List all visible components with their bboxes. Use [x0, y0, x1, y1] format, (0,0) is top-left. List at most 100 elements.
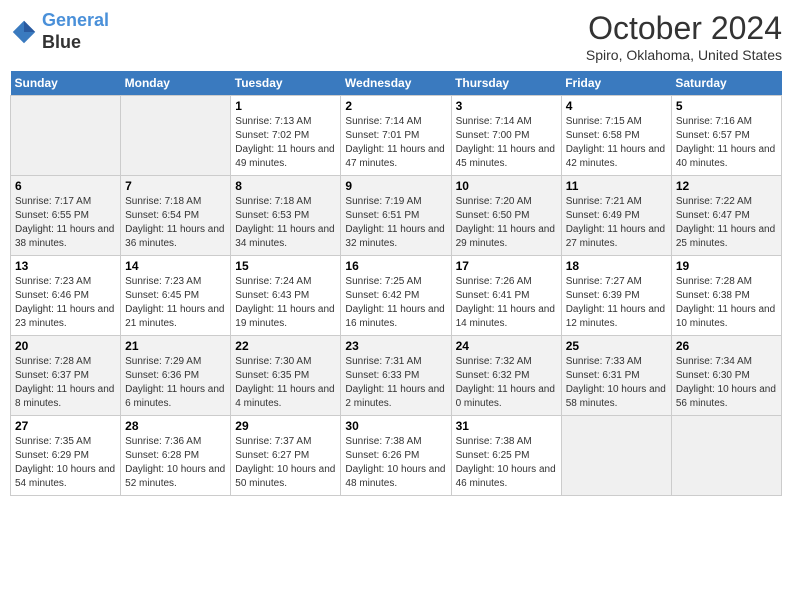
calendar-cell: 8 Sunrise: 7:18 AM Sunset: 6:53 PM Daylig… — [231, 176, 341, 256]
cell-info: Sunrise: 7:34 AM Sunset: 6:30 PM Dayligh… — [676, 355, 777, 411]
cell-info: Sunrise: 7:28 AM Sunset: 6:37 PM Dayligh… — [15, 355, 116, 411]
day-number: 10 — [456, 179, 557, 193]
location: Spiro, Oklahoma, United States — [586, 47, 782, 63]
day-number: 18 — [566, 259, 667, 273]
calendar-cell: 12Sunrise: 7:22 AM Sunset: 6:47 PM Dayli… — [671, 176, 781, 256]
day-number: 6 — [15, 179, 116, 193]
calendar-cell: 11 Sunrise: 7:21 AM Sunset: 6:49 PM Dayli… — [561, 176, 671, 256]
calendar-cell: 18 Sunrise: 7:27 AM Sunset: 6:39 PM Dayli… — [561, 256, 671, 336]
day-number: 11 — [566, 179, 667, 193]
logo-icon — [10, 18, 38, 46]
calendar-cell: 16Sunrise: 7:25 AM Sunset: 6:42 PM Dayli… — [341, 256, 451, 336]
cell-info: Sunrise: 7:29 AM Sunset: 6:36 PM Dayligh… — [125, 355, 226, 411]
calendar-cell: 25Sunrise: 7:33 AM Sunset: 6:31 PM Dayli… — [561, 336, 671, 416]
calendar-cell: 31Sunrise: 7:38 AM Sunset: 6:25 PM Dayli… — [451, 416, 561, 496]
logo-text: General Blue — [42, 10, 109, 53]
calendar-cell: 17Sunrise: 7:26 AM Sunset: 6:41 PM Dayli… — [451, 256, 561, 336]
day-number: 5 — [676, 99, 777, 113]
cell-info: Sunrise: 7:23 AM Sunset: 6:46 PM Dayligh… — [15, 275, 116, 331]
cell-info: Sunrise: 7:24 AM Sunset: 6:43 PM Dayligh… — [235, 275, 336, 331]
calendar-cell: 20 Sunrise: 7:28 AM Sunset: 6:37 PM Dayli… — [11, 336, 121, 416]
day-number: 13 — [15, 259, 116, 273]
day-number: 3 — [456, 99, 557, 113]
day-number: 4 — [566, 99, 667, 113]
calendar-week-row: 13 Sunrise: 7:23 AM Sunset: 6:46 PM Dayli… — [11, 256, 782, 336]
page-header: General Blue October 2024 Spiro, Oklahom… — [10, 10, 782, 63]
calendar-cell: 6 Sunrise: 7:17 AM Sunset: 6:55 PM Daylig… — [11, 176, 121, 256]
cell-info: Sunrise: 7:18 AM Sunset: 6:54 PM Dayligh… — [125, 195, 226, 251]
weekday-header: Tuesday — [231, 71, 341, 96]
weekday-header: Friday — [561, 71, 671, 96]
cell-info: Sunrise: 7:25 AM Sunset: 6:42 PM Dayligh… — [345, 275, 446, 331]
calendar-cell: 9 Sunrise: 7:19 AM Sunset: 6:51 PM Daylig… — [341, 176, 451, 256]
cell-info: Sunrise: 7:23 AM Sunset: 6:45 PM Dayligh… — [125, 275, 226, 331]
day-number: 14 — [125, 259, 226, 273]
weekday-header: Sunday — [11, 71, 121, 96]
cell-info: Sunrise: 7:17 AM Sunset: 6:55 PM Dayligh… — [15, 195, 116, 251]
calendar-cell: 15Sunrise: 7:24 AM Sunset: 6:43 PM Dayli… — [231, 256, 341, 336]
day-number: 8 — [235, 179, 336, 193]
calendar-cell: 22Sunrise: 7:30 AM Sunset: 6:35 PM Dayli… — [231, 336, 341, 416]
day-number: 26 — [676, 339, 777, 353]
calendar-cell: 23 Sunrise: 7:31 AM Sunset: 6:33 PM Dayli… — [341, 336, 451, 416]
calendar-cell: 13 Sunrise: 7:23 AM Sunset: 6:46 PM Dayli… — [11, 256, 121, 336]
calendar-cell: 29Sunrise: 7:37 AM Sunset: 6:27 PM Dayli… — [231, 416, 341, 496]
cell-info: Sunrise: 7:30 AM Sunset: 6:35 PM Dayligh… — [235, 355, 336, 411]
cell-info: Sunrise: 7:13 AM Sunset: 7:02 PM Dayligh… — [235, 115, 336, 171]
logo: General Blue — [10, 10, 109, 53]
calendar-cell: 7 Sunrise: 7:18 AM Sunset: 6:54 PM Daylig… — [121, 176, 231, 256]
day-number: 20 — [15, 339, 116, 353]
weekday-header: Monday — [121, 71, 231, 96]
cell-info: Sunrise: 7:15 AM Sunset: 6:58 PM Dayligh… — [566, 115, 667, 171]
day-number: 30 — [345, 419, 446, 433]
day-number: 12 — [676, 179, 777, 193]
cell-info: Sunrise: 7:18 AM Sunset: 6:53 PM Dayligh… — [235, 195, 336, 251]
calendar-cell — [671, 416, 781, 496]
cell-info: Sunrise: 7:28 AM Sunset: 6:38 PM Dayligh… — [676, 275, 777, 331]
calendar-week-row: 6 Sunrise: 7:17 AM Sunset: 6:55 PM Daylig… — [11, 176, 782, 256]
calendar-cell: 14 Sunrise: 7:23 AM Sunset: 6:45 PM Dayli… — [121, 256, 231, 336]
day-number: 7 — [125, 179, 226, 193]
calendar-week-row: 27 Sunrise: 7:35 AM Sunset: 6:29 PM Dayli… — [11, 416, 782, 496]
day-number: 1 — [235, 99, 336, 113]
weekday-header-row: SundayMondayTuesdayWednesdayThursdayFrid… — [11, 71, 782, 96]
day-number: 9 — [345, 179, 446, 193]
cell-info: Sunrise: 7:31 AM Sunset: 6:33 PM Dayligh… — [345, 355, 446, 411]
cell-info: Sunrise: 7:27 AM Sunset: 6:39 PM Dayligh… — [566, 275, 667, 331]
weekday-header: Thursday — [451, 71, 561, 96]
cell-info: Sunrise: 7:19 AM Sunset: 6:51 PM Dayligh… — [345, 195, 446, 251]
title-block: October 2024 Spiro, Oklahoma, United Sta… — [586, 10, 782, 63]
day-number: 28 — [125, 419, 226, 433]
cell-info: Sunrise: 7:35 AM Sunset: 6:29 PM Dayligh… — [15, 435, 116, 491]
day-number: 24 — [456, 339, 557, 353]
calendar-cell: 2 Sunrise: 7:14 AM Sunset: 7:01 PM Daylig… — [341, 96, 451, 176]
calendar-cell: 21 Sunrise: 7:29 AM Sunset: 6:36 PM Dayli… — [121, 336, 231, 416]
day-number: 27 — [15, 419, 116, 433]
calendar-cell: 5 Sunrise: 7:16 AM Sunset: 6:57 PM Daylig… — [671, 96, 781, 176]
day-number: 21 — [125, 339, 226, 353]
cell-info: Sunrise: 7:21 AM Sunset: 6:49 PM Dayligh… — [566, 195, 667, 251]
cell-info: Sunrise: 7:32 AM Sunset: 6:32 PM Dayligh… — [456, 355, 557, 411]
calendar-table: SundayMondayTuesdayWednesdayThursdayFrid… — [10, 71, 782, 496]
weekday-header: Saturday — [671, 71, 781, 96]
day-number: 23 — [345, 339, 446, 353]
day-number: 25 — [566, 339, 667, 353]
day-number: 2 — [345, 99, 446, 113]
calendar-cell: 30Sunrise: 7:38 AM Sunset: 6:26 PM Dayli… — [341, 416, 451, 496]
day-number: 17 — [456, 259, 557, 273]
cell-info: Sunrise: 7:36 AM Sunset: 6:28 PM Dayligh… — [125, 435, 226, 491]
cell-info: Sunrise: 7:14 AM Sunset: 7:01 PM Dayligh… — [345, 115, 446, 171]
calendar-cell: 1 Sunrise: 7:13 AM Sunset: 7:02 PM Daylig… — [231, 96, 341, 176]
day-number: 19 — [676, 259, 777, 273]
calendar-cell: 19 Sunrise: 7:28 AM Sunset: 6:38 PM Dayli… — [671, 256, 781, 336]
calendar-week-row: 1 Sunrise: 7:13 AM Sunset: 7:02 PM Daylig… — [11, 96, 782, 176]
day-number: 29 — [235, 419, 336, 433]
calendar-cell: 24 Sunrise: 7:32 AM Sunset: 6:32 PM Dayli… — [451, 336, 561, 416]
cell-info: Sunrise: 7:20 AM Sunset: 6:50 PM Dayligh… — [456, 195, 557, 251]
cell-info: Sunrise: 7:16 AM Sunset: 6:57 PM Dayligh… — [676, 115, 777, 171]
calendar-cell: 3Sunrise: 7:14 AM Sunset: 7:00 PM Daylig… — [451, 96, 561, 176]
calendar-cell: 28 Sunrise: 7:36 AM Sunset: 6:28 PM Dayli… — [121, 416, 231, 496]
calendar-cell — [121, 96, 231, 176]
weekday-header: Wednesday — [341, 71, 451, 96]
calendar-cell: 26 Sunrise: 7:34 AM Sunset: 6:30 PM Dayli… — [671, 336, 781, 416]
